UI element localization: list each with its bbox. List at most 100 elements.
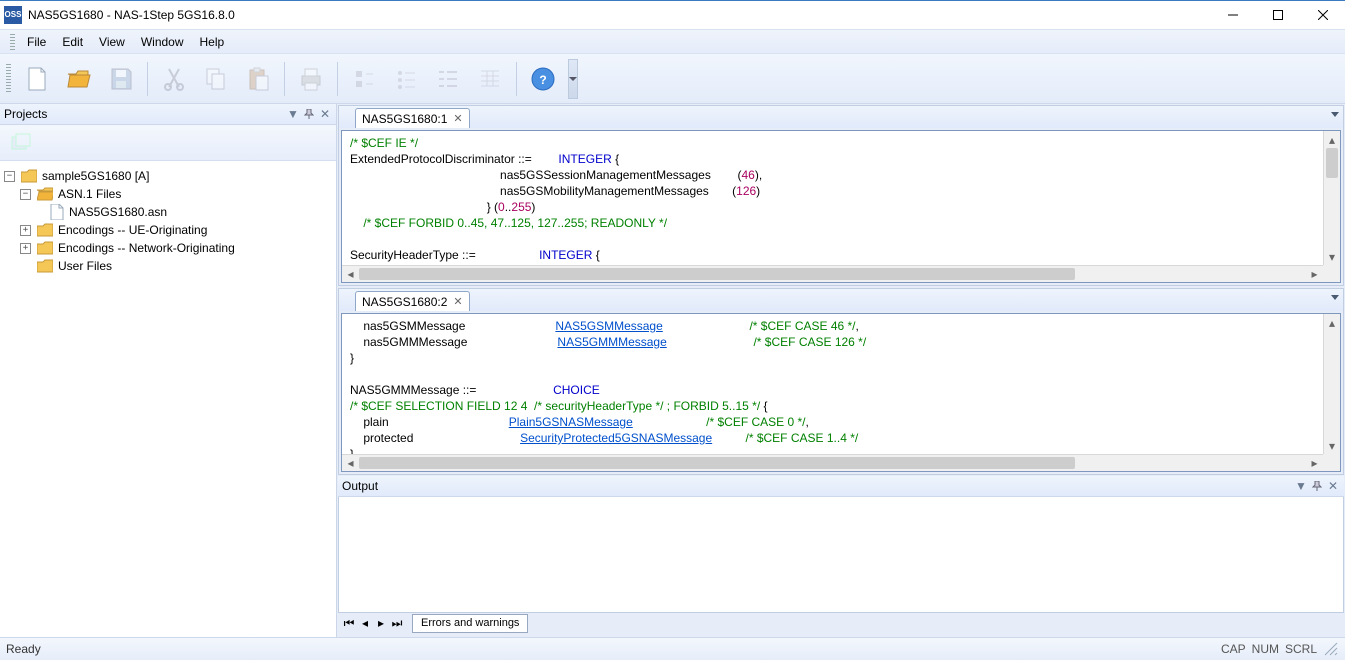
scroll-grip bbox=[1323, 265, 1340, 282]
nav-prev-icon[interactable]: ◂ bbox=[358, 616, 372, 630]
output-content[interactable] bbox=[338, 497, 1344, 613]
tree-asn-file[interactable]: NAS5GS1680.asn bbox=[50, 203, 332, 221]
scroll-up-icon[interactable]: ▴ bbox=[1324, 131, 1340, 148]
tool-b-button[interactable] bbox=[386, 59, 426, 99]
minimize-button[interactable] bbox=[1210, 1, 1255, 29]
status-ready: Ready bbox=[6, 642, 41, 656]
menu-file[interactable]: File bbox=[19, 31, 54, 53]
pin-icon[interactable] bbox=[302, 107, 316, 121]
scroll-left-icon[interactable]: ◂ bbox=[342, 266, 359, 282]
resize-grip-icon[interactable] bbox=[1323, 641, 1339, 657]
nav-first-icon[interactable]: ⏮ bbox=[342, 616, 356, 630]
expand-icon[interactable]: + bbox=[20, 225, 31, 236]
open-button[interactable] bbox=[59, 59, 99, 99]
scroll-down-icon[interactable]: ▾ bbox=[1324, 248, 1340, 265]
projects-tool-icon[interactable] bbox=[6, 129, 36, 157]
close-tab-icon[interactable]: ✕ bbox=[453, 112, 462, 125]
maximize-button[interactable] bbox=[1255, 1, 1300, 29]
projects-title: Projects bbox=[4, 107, 47, 121]
editor1-code[interactable]: /* $CEF IE */ ExtendedProtocolDiscrimina… bbox=[341, 130, 1341, 283]
file-icon bbox=[50, 204, 64, 220]
nav-last-icon[interactable]: ⏭ bbox=[390, 616, 404, 630]
folder-icon bbox=[37, 259, 53, 273]
menu-edit[interactable]: Edit bbox=[54, 31, 91, 53]
main-area: NAS5GS1680:1 ✕ /* $CEF IE */ ExtendedPro… bbox=[337, 104, 1345, 637]
menu-view[interactable]: View bbox=[91, 31, 133, 53]
paste-button[interactable] bbox=[238, 59, 278, 99]
toolbar-grip[interactable] bbox=[6, 64, 11, 94]
scroll-right-icon[interactable]: ▸ bbox=[1306, 455, 1323, 471]
dropdown-icon[interactable]: ▼ bbox=[286, 107, 300, 121]
toolbar-overflow[interactable] bbox=[568, 59, 578, 99]
horizontal-scrollbar[interactable]: ◂▸ bbox=[342, 454, 1323, 471]
cut-button[interactable] bbox=[154, 59, 194, 99]
window-title: NAS5GS1680 - NAS-1Step 5GS16.8.0 bbox=[28, 8, 1210, 22]
title-bar: OSS NAS5GS1680 - NAS-1Step 5GS16.8.0 bbox=[0, 0, 1345, 29]
vertical-scrollbar[interactable]: ▴▾ bbox=[1323, 131, 1340, 265]
scroll-grip bbox=[1323, 454, 1340, 471]
output-panel: Output ▼ ✕ ⏮ ◂ ▸ ⏭ Errors and warnings bbox=[338, 476, 1344, 633]
output-header: Output ▼ ✕ bbox=[338, 476, 1344, 497]
new-button[interactable] bbox=[17, 59, 57, 99]
editor-pane-2: NAS5GS1680:2 ✕ nas5GSMMessage NAS5GSMMes… bbox=[338, 288, 1344, 475]
close-icon[interactable]: ✕ bbox=[318, 107, 332, 121]
menu-bar: File Edit View Window Help bbox=[0, 29, 1345, 54]
editor1-tab[interactable]: NAS5GS1680:1 ✕ bbox=[355, 108, 470, 128]
projects-header: Projects ▼ ✕ bbox=[0, 104, 336, 125]
menubar-grip[interactable] bbox=[10, 34, 15, 50]
collapse-icon[interactable]: − bbox=[4, 171, 15, 182]
status-num: NUM bbox=[1252, 642, 1279, 656]
scroll-right-icon[interactable]: ▸ bbox=[1306, 266, 1323, 282]
folder-open-icon bbox=[37, 187, 53, 201]
tree-user-files[interactable]: User Files bbox=[20, 257, 332, 275]
tab-dropdown-icon[interactable] bbox=[1331, 295, 1339, 300]
editor2-code[interactable]: nas5GSMMessage NAS5GSMMessage /* $CEF CA… bbox=[341, 313, 1341, 472]
scroll-down-icon[interactable]: ▾ bbox=[1324, 437, 1340, 454]
dropdown-icon[interactable]: ▼ bbox=[1294, 479, 1308, 493]
status-cap: CAP bbox=[1221, 642, 1246, 656]
help-button[interactable]: ? bbox=[523, 59, 563, 99]
projects-tree[interactable]: − sample5GS1680 [A] − ASN.1 Files bbox=[0, 161, 336, 637]
output-tab-errors[interactable]: Errors and warnings bbox=[412, 614, 528, 633]
tree-asn-folder[interactable]: − ASN.1 Files bbox=[20, 185, 332, 203]
folder-icon bbox=[37, 241, 53, 255]
toolbar-separator bbox=[516, 62, 517, 96]
expand-icon[interactable]: + bbox=[20, 243, 31, 254]
editor1-tabrow: NAS5GS1680:1 ✕ bbox=[339, 106, 1343, 128]
nav-next-icon[interactable]: ▸ bbox=[374, 616, 388, 630]
tree-root[interactable]: − sample5GS1680 [A] bbox=[4, 167, 332, 185]
tool-c-button[interactable] bbox=[428, 59, 468, 99]
status-scrl: SCRL bbox=[1285, 642, 1317, 656]
projects-toolbar bbox=[0, 125, 336, 161]
tree-enc-nw[interactable]: + Encodings -- Network-Originating bbox=[20, 239, 332, 257]
toolbar-separator bbox=[284, 62, 285, 96]
vertical-scrollbar[interactable]: ▴▾ bbox=[1323, 314, 1340, 454]
tool-d-button[interactable] bbox=[470, 59, 510, 99]
collapse-icon[interactable]: − bbox=[20, 189, 31, 200]
horizontal-scrollbar[interactable]: ◂▸ bbox=[342, 265, 1323, 282]
scroll-left-icon[interactable]: ◂ bbox=[342, 455, 359, 471]
tool-a-button[interactable] bbox=[344, 59, 384, 99]
toolbar-separator bbox=[337, 62, 338, 96]
svg-text:?: ? bbox=[539, 73, 546, 87]
copy-button[interactable] bbox=[196, 59, 236, 99]
editor2-tab[interactable]: NAS5GS1680:2 ✕ bbox=[355, 291, 470, 311]
save-button[interactable] bbox=[101, 59, 141, 99]
scroll-thumb[interactable] bbox=[1326, 148, 1338, 178]
scroll-thumb[interactable] bbox=[359, 457, 1075, 469]
toolbar-separator bbox=[147, 62, 148, 96]
editor2-tabrow: NAS5GS1680:2 ✕ bbox=[339, 289, 1343, 311]
scroll-up-icon[interactable]: ▴ bbox=[1324, 314, 1340, 331]
print-button[interactable] bbox=[291, 59, 331, 99]
tree-enc-ue[interactable]: + Encodings -- UE-Originating bbox=[20, 221, 332, 239]
output-tabs: ⏮ ◂ ▸ ⏭ Errors and warnings bbox=[338, 613, 1344, 633]
tab-dropdown-icon[interactable] bbox=[1331, 112, 1339, 117]
folder-icon bbox=[21, 169, 37, 183]
close-tab-icon[interactable]: ✕ bbox=[453, 295, 462, 308]
close-button[interactable] bbox=[1300, 1, 1345, 29]
pin-icon[interactable] bbox=[1310, 479, 1324, 493]
scroll-thumb[interactable] bbox=[359, 268, 1075, 280]
menu-help[interactable]: Help bbox=[192, 31, 233, 53]
close-icon[interactable]: ✕ bbox=[1326, 479, 1340, 493]
menu-window[interactable]: Window bbox=[133, 31, 192, 53]
